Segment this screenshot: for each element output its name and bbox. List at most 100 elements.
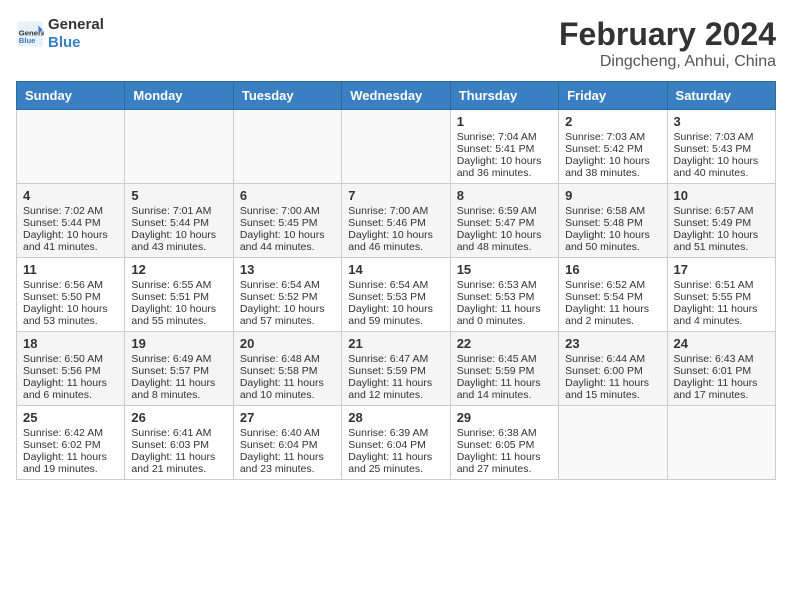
- day-number: 17: [674, 262, 769, 277]
- day-info: Daylight: 10 hours: [565, 155, 660, 167]
- day-info: Daylight: 10 hours: [240, 303, 335, 315]
- day-info: Sunrise: 6:58 AM: [565, 205, 660, 217]
- day-info: Daylight: 10 hours: [674, 229, 769, 241]
- calendar-cell: 20Sunrise: 6:48 AMSunset: 5:58 PMDayligh…: [233, 332, 341, 406]
- calendar-week-row: 11Sunrise: 6:56 AMSunset: 5:50 PMDayligh…: [17, 258, 776, 332]
- calendar-cell: 18Sunrise: 6:50 AMSunset: 5:56 PMDayligh…: [17, 332, 125, 406]
- weekday-header: Saturday: [667, 82, 775, 110]
- day-number: 28: [348, 410, 443, 425]
- day-info: and 23 minutes.: [240, 463, 335, 475]
- day-info: and 10 minutes.: [240, 389, 335, 401]
- day-number: 27: [240, 410, 335, 425]
- calendar-cell: 19Sunrise: 6:49 AMSunset: 5:57 PMDayligh…: [125, 332, 233, 406]
- day-info: Sunrise: 7:04 AM: [457, 131, 552, 143]
- day-info: Sunrise: 6:54 AM: [240, 279, 335, 291]
- day-number: 13: [240, 262, 335, 277]
- day-number: 2: [565, 114, 660, 129]
- calendar-week-row: 25Sunrise: 6:42 AMSunset: 6:02 PMDayligh…: [17, 406, 776, 480]
- calendar-week-row: 4Sunrise: 7:02 AMSunset: 5:44 PMDaylight…: [17, 184, 776, 258]
- day-info: Daylight: 10 hours: [131, 229, 226, 241]
- day-info: Sunrise: 7:01 AM: [131, 205, 226, 217]
- day-info: Sunset: 5:58 PM: [240, 365, 335, 377]
- day-info: and 0 minutes.: [457, 315, 552, 327]
- day-number: 3: [674, 114, 769, 129]
- day-info: Sunrise: 6:38 AM: [457, 427, 552, 439]
- day-info: Sunset: 5:49 PM: [674, 217, 769, 229]
- day-info: Sunset: 5:54 PM: [565, 291, 660, 303]
- day-info: and 50 minutes.: [565, 241, 660, 253]
- day-info: Sunset: 5:48 PM: [565, 217, 660, 229]
- day-info: and 21 minutes.: [131, 463, 226, 475]
- day-info: Daylight: 11 hours: [457, 377, 552, 389]
- calendar-cell: 5 Sunrise: 7:01 AMSunset: 5:44 PMDaylight…: [125, 184, 233, 258]
- day-info: and 2 minutes.: [565, 315, 660, 327]
- day-info: Sunrise: 6:44 AM: [565, 353, 660, 365]
- day-info: Sunrise: 7:00 AM: [348, 205, 443, 217]
- calendar-cell: 21Sunrise: 6:47 AMSunset: 5:59 PMDayligh…: [342, 332, 450, 406]
- page-header: General Blue General Blue February 2024 …: [16, 16, 776, 71]
- day-number: 1: [457, 114, 552, 129]
- day-number: 20: [240, 336, 335, 351]
- day-info: Daylight: 11 hours: [23, 451, 118, 463]
- day-info: Daylight: 11 hours: [348, 377, 443, 389]
- day-info: Sunset: 5:59 PM: [348, 365, 443, 377]
- day-number: 16: [565, 262, 660, 277]
- day-info: and 36 minutes.: [457, 167, 552, 179]
- calendar-cell: 23Sunrise: 6:44 AMSunset: 6:00 PMDayligh…: [559, 332, 667, 406]
- calendar-cell: 24Sunrise: 6:43 AMSunset: 6:01 PMDayligh…: [667, 332, 775, 406]
- calendar-cell: 15Sunrise: 6:53 AMSunset: 5:53 PMDayligh…: [450, 258, 558, 332]
- day-info: Daylight: 10 hours: [23, 229, 118, 241]
- day-number: 26: [131, 410, 226, 425]
- day-info: Sunrise: 6:55 AM: [131, 279, 226, 291]
- day-info: Daylight: 10 hours: [131, 303, 226, 315]
- svg-text:Blue: Blue: [19, 36, 36, 45]
- calendar-cell: 13 Sunrise: 6:54 AMSunset: 5:52 PMDayligh…: [233, 258, 341, 332]
- day-info: Daylight: 11 hours: [457, 303, 552, 315]
- day-info: Daylight: 11 hours: [240, 451, 335, 463]
- day-info: Sunrise: 6:39 AM: [348, 427, 443, 439]
- day-info: Sunrise: 6:59 AM: [457, 205, 552, 217]
- calendar-header-row: SundayMondayTuesdayWednesdayThursdayFrid…: [17, 82, 776, 110]
- day-info: Sunset: 6:02 PM: [23, 439, 118, 451]
- calendar-cell: 27Sunrise: 6:40 AMSunset: 6:04 PMDayligh…: [233, 406, 341, 480]
- day-info: and 17 minutes.: [674, 389, 769, 401]
- day-info: and 40 minutes.: [674, 167, 769, 179]
- day-info: Daylight: 10 hours: [457, 229, 552, 241]
- day-info: Daylight: 10 hours: [348, 303, 443, 315]
- calendar-cell: 2Sunrise: 7:03 AMSunset: 5:42 PMDaylight…: [559, 110, 667, 184]
- day-info: Daylight: 10 hours: [457, 155, 552, 167]
- day-info: Sunset: 5:52 PM: [240, 291, 335, 303]
- calendar-cell: 3Sunrise: 7:03 AMSunset: 5:43 PMDaylight…: [667, 110, 775, 184]
- calendar-cell: 29Sunrise: 6:38 AMSunset: 6:05 PMDayligh…: [450, 406, 558, 480]
- calendar-cell: 10Sunrise: 6:57 AMSunset: 5:49 PMDayligh…: [667, 184, 775, 258]
- day-info: and 12 minutes.: [348, 389, 443, 401]
- calendar-cell: 26Sunrise: 6:41 AMSunset: 6:03 PMDayligh…: [125, 406, 233, 480]
- day-number: 12: [131, 262, 226, 277]
- day-info: Sunset: 6:00 PM: [565, 365, 660, 377]
- calendar-cell: [233, 110, 341, 184]
- day-number: 25: [23, 410, 118, 425]
- page-title: February 2024: [559, 16, 776, 53]
- day-info: Sunset: 5:53 PM: [348, 291, 443, 303]
- day-info: Sunset: 5:44 PM: [23, 217, 118, 229]
- day-info: Daylight: 11 hours: [131, 377, 226, 389]
- day-number: 29: [457, 410, 552, 425]
- day-info: Sunrise: 6:56 AM: [23, 279, 118, 291]
- calendar-cell: [559, 406, 667, 480]
- day-info: and 46 minutes.: [348, 241, 443, 253]
- calendar-cell: 9Sunrise: 6:58 AMSunset: 5:48 PMDaylight…: [559, 184, 667, 258]
- day-number: 5: [131, 188, 226, 203]
- day-info: Sunrise: 6:51 AM: [674, 279, 769, 291]
- day-info: Daylight: 11 hours: [240, 377, 335, 389]
- day-info: Sunset: 6:04 PM: [348, 439, 443, 451]
- day-info: Sunrise: 6:57 AM: [674, 205, 769, 217]
- day-number: 9: [565, 188, 660, 203]
- calendar-cell: 17Sunrise: 6:51 AMSunset: 5:55 PMDayligh…: [667, 258, 775, 332]
- day-info: Sunset: 5:44 PM: [131, 217, 226, 229]
- title-block: February 2024 Dingcheng, Anhui, China: [559, 16, 776, 71]
- day-info: Sunset: 5:56 PM: [23, 365, 118, 377]
- day-info: Sunset: 5:59 PM: [457, 365, 552, 377]
- day-info: Sunset: 5:50 PM: [23, 291, 118, 303]
- day-number: 22: [457, 336, 552, 351]
- day-info: Daylight: 10 hours: [674, 155, 769, 167]
